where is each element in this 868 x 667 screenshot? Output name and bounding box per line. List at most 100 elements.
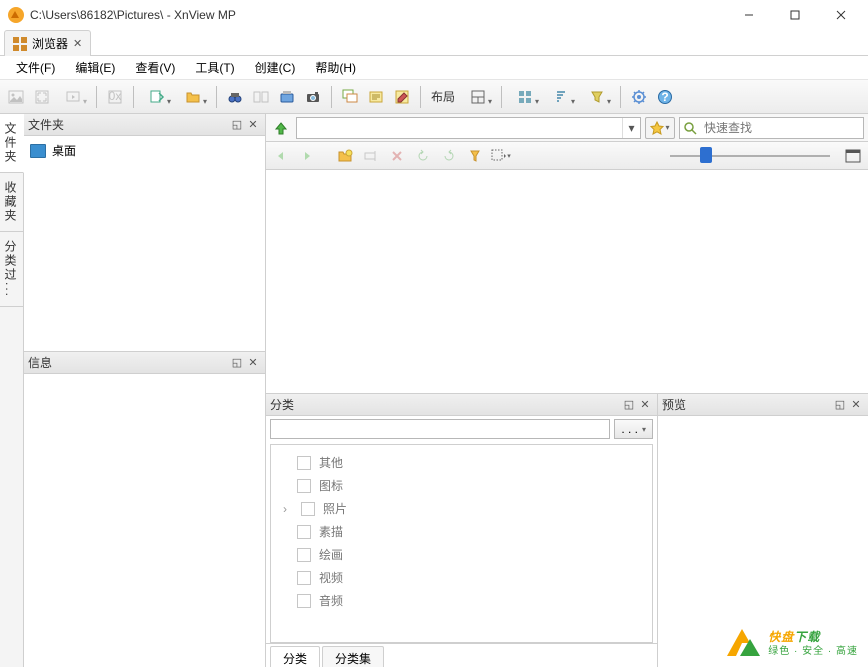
info-panel-header[interactable]: 信息 ◱ ✕ bbox=[24, 352, 265, 374]
panel-title: 文件夹 bbox=[28, 116, 64, 133]
folder-tree[interactable]: 桌面 bbox=[24, 136, 265, 351]
slideshow-icon[interactable] bbox=[56, 85, 90, 109]
convert-icon[interactable] bbox=[140, 85, 174, 109]
undock-icon[interactable]: ◱ bbox=[229, 355, 245, 371]
sidetab-folders[interactable]: 文件夹 bbox=[0, 114, 24, 173]
category-item[interactable]: 音频 bbox=[279, 589, 644, 612]
folder-item-label: 桌面 bbox=[52, 142, 76, 159]
separator bbox=[620, 86, 621, 108]
menu-edit[interactable]: 编辑(E) bbox=[65, 56, 125, 79]
category-panel-header[interactable]: 分类 ◱ ✕ bbox=[266, 394, 657, 416]
search-input[interactable] bbox=[700, 121, 863, 135]
rotate-left-icon[interactable] bbox=[412, 145, 434, 167]
tab-category[interactable]: 分类 bbox=[270, 646, 320, 667]
view-image-icon[interactable] bbox=[4, 85, 28, 109]
back-button[interactable] bbox=[270, 145, 292, 167]
hex-icon[interactable]: 0x bbox=[103, 85, 127, 109]
new-folder-icon[interactable] bbox=[334, 145, 356, 167]
chevron-down-icon[interactable]: ▾ bbox=[622, 118, 640, 138]
favorite-button[interactable]: ▾ bbox=[645, 117, 675, 139]
edit-metadata-icon[interactable] bbox=[390, 85, 414, 109]
search-icon bbox=[680, 121, 700, 135]
tabstrip: 浏览器 ✕ bbox=[0, 30, 868, 56]
thumbnail-view-icon[interactable] bbox=[508, 85, 542, 109]
camera-icon[interactable] bbox=[301, 85, 325, 109]
folder-panel-header[interactable]: 文件夹 ◱ ✕ bbox=[24, 114, 265, 136]
menu-view[interactable]: 查看(V) bbox=[125, 56, 185, 79]
layout-dropdown[interactable] bbox=[461, 85, 495, 109]
maximize-button[interactable] bbox=[772, 0, 818, 30]
checkbox[interactable] bbox=[297, 479, 311, 493]
panel-close-icon[interactable]: ✕ bbox=[637, 397, 653, 413]
category-item[interactable]: 视频 bbox=[279, 566, 644, 589]
batch-convert-icon[interactable] bbox=[338, 85, 362, 109]
menu-help[interactable]: 帮助(H) bbox=[305, 56, 366, 79]
category-item[interactable]: 其他 bbox=[279, 451, 644, 474]
sort-icon[interactable] bbox=[544, 85, 578, 109]
main-toolbar: 0x 布局 ? bbox=[0, 80, 868, 114]
help-icon[interactable]: ? bbox=[653, 85, 677, 109]
select-dropdown-icon[interactable]: ▾ bbox=[490, 145, 512, 167]
sidetab-favorites[interactable]: 收藏夹 bbox=[0, 173, 23, 232]
open-folder-icon[interactable] bbox=[176, 85, 210, 109]
preview-panel: 预览 ◱ ✕ bbox=[658, 394, 868, 667]
checkbox[interactable] bbox=[297, 571, 311, 585]
tab-categoryset[interactable]: 分类集 bbox=[322, 646, 384, 667]
thumbnail-size-slider[interactable] bbox=[670, 153, 830, 159]
thumbnail-view[interactable] bbox=[266, 170, 868, 394]
rotate-right-icon[interactable] bbox=[438, 145, 460, 167]
minimize-button[interactable] bbox=[726, 0, 772, 30]
fullscreen-icon[interactable] bbox=[30, 85, 54, 109]
delete-icon[interactable] bbox=[386, 145, 408, 167]
category-filter-input[interactable] bbox=[270, 419, 610, 439]
panel-title: 信息 bbox=[28, 354, 52, 371]
close-button[interactable] bbox=[818, 0, 864, 30]
checkbox[interactable] bbox=[297, 525, 311, 539]
preview-panel-header[interactable]: 预览 ◱ ✕ bbox=[658, 394, 868, 416]
checkbox[interactable] bbox=[297, 594, 311, 608]
rename-icon[interactable] bbox=[360, 145, 382, 167]
toggle-view-icon[interactable] bbox=[842, 145, 864, 167]
path-input[interactable] bbox=[297, 121, 622, 135]
checkbox[interactable] bbox=[297, 548, 311, 562]
undock-icon[interactable]: ◱ bbox=[621, 397, 637, 413]
go-up-button[interactable] bbox=[270, 117, 292, 139]
scanner-icon[interactable] bbox=[275, 85, 299, 109]
filter-icon[interactable] bbox=[580, 85, 614, 109]
category-item[interactable]: 绘画 bbox=[279, 543, 644, 566]
category-item[interactable]: 素描 bbox=[279, 520, 644, 543]
button-label: . . . bbox=[621, 422, 638, 436]
menubar: 文件(F) 编辑(E) 查看(V) 工具(T) 创建(C) 帮助(H) bbox=[0, 56, 868, 80]
panel-close-icon[interactable]: ✕ bbox=[848, 397, 864, 413]
quick-search[interactable] bbox=[679, 117, 864, 139]
binoculars-icon[interactable] bbox=[223, 85, 247, 109]
tab-browser[interactable]: 浏览器 ✕ bbox=[4, 30, 91, 56]
forward-button[interactable] bbox=[296, 145, 318, 167]
tab-close-icon[interactable]: ✕ bbox=[73, 37, 82, 50]
undock-icon[interactable]: ◱ bbox=[832, 397, 848, 413]
checkbox[interactable] bbox=[297, 456, 311, 470]
tag-filter-icon[interactable] bbox=[464, 145, 486, 167]
menu-tools[interactable]: 工具(T) bbox=[185, 56, 244, 79]
sidetab-catfilter[interactable]: 分类过... bbox=[0, 232, 23, 307]
category-item[interactable]: 图标 bbox=[279, 474, 644, 497]
folder-item-desktop[interactable]: 桌面 bbox=[30, 140, 259, 161]
menu-create[interactable]: 创建(C) bbox=[245, 56, 306, 79]
titlebar: C:\Users\86182\Pictures\ - XnView MP bbox=[0, 0, 868, 30]
browser-toolbar: ▾ bbox=[266, 142, 868, 170]
checkbox[interactable] bbox=[301, 502, 315, 516]
path-combo[interactable]: ▾ bbox=[296, 117, 641, 139]
undock-icon[interactable]: ◱ bbox=[229, 117, 245, 133]
panel-close-icon[interactable]: ✕ bbox=[245, 117, 261, 133]
category-list[interactable]: 其他 图标 照片 素描 绘画 视频 音频 bbox=[270, 444, 653, 643]
tab-label: 浏览器 bbox=[32, 35, 68, 52]
panel-close-icon[interactable]: ✕ bbox=[245, 355, 261, 371]
category-menu-button[interactable]: . . . ▾ bbox=[614, 419, 653, 439]
category-item[interactable]: 照片 bbox=[279, 497, 644, 520]
separator bbox=[216, 86, 217, 108]
settings-icon[interactable] bbox=[627, 85, 651, 109]
batch-rename-icon[interactable] bbox=[364, 85, 388, 109]
slider-thumb[interactable] bbox=[700, 147, 712, 163]
compare-icon[interactable] bbox=[249, 85, 273, 109]
menu-file[interactable]: 文件(F) bbox=[6, 56, 65, 79]
